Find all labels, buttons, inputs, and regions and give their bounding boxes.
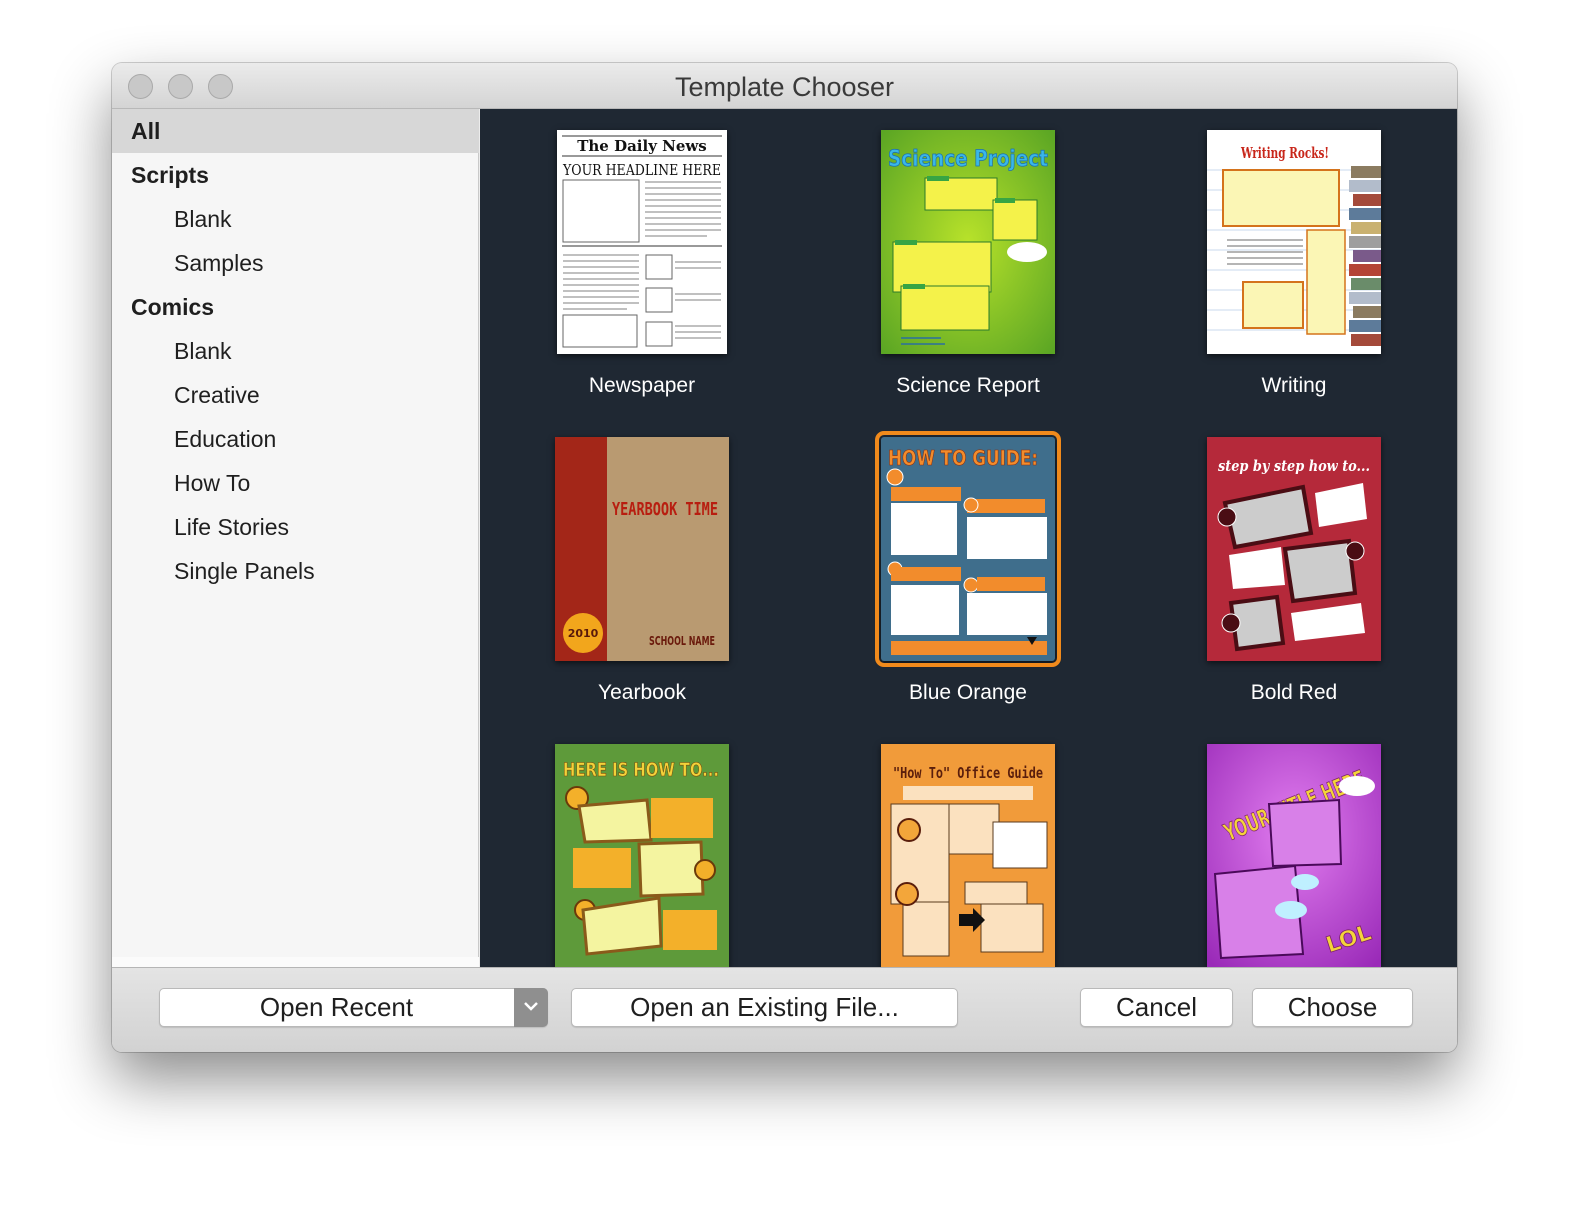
open-existing-file-button[interactable]: Open an Existing File... [571, 988, 958, 1027]
newspaper-art-headline: YOUR HEADLINE HERE [562, 161, 721, 179]
bold-red-art-title: step by step how to... [1218, 457, 1370, 475]
sidebar-item-scripts[interactable]: Scripts [112, 153, 479, 197]
cancel-button[interactable]: Cancel [1080, 988, 1233, 1027]
template-label-science-report: Science Report [896, 374, 1040, 397]
open-recent-label: Open Recent [259, 992, 414, 1022]
title-bar: Template Chooser [112, 63, 1457, 109]
yearbook-art-year: 2010 [568, 627, 599, 640]
sidebar-item-scripts-samples[interactable]: Samples [112, 241, 479, 285]
writing-art-title: Writing Rocks! [1240, 144, 1329, 162]
action-bar: Open Recent Open an Existing File... Can… [112, 967, 1457, 1052]
template-thumb-here-is-how-to[interactable]: HERE IS HOW TO... [555, 744, 729, 967]
sidebar-item-how-to[interactable]: How To [112, 461, 479, 505]
newspaper-art-title: The Daily News [577, 137, 707, 155]
template-thumb-your-title-here[interactable]: YOUR TITLE HERE LOL [1207, 744, 1381, 967]
template-label-bold-red: Bold Red [1250, 681, 1338, 704]
window-title: Template Chooser [674, 72, 895, 102]
blue-orange-art-title: HOW TO GUIDE: [888, 446, 1038, 470]
science-art-title: Science Project [888, 147, 1048, 172]
sidebar-item-scripts-blank[interactable]: Blank [112, 197, 479, 241]
sidebar-item-education[interactable]: Education [112, 417, 479, 461]
sidebar-item-all[interactable]: All [112, 109, 479, 153]
template-label-newspaper: Newspaper [588, 374, 696, 397]
template-thumb-blue-orange[interactable]: HOW TO GUIDE: [875, 431, 1061, 667]
template-thumb-office-guide[interactable]: "How To" Office Guide [881, 744, 1055, 967]
template-label-yearbook: Yearbook [598, 681, 686, 704]
template-grid: The Daily News YOUR HEADLINE HERE Newspa… [480, 109, 1457, 967]
template-chooser-window: Template Chooser All Scripts Blank Sampl… [112, 63, 1457, 1052]
template-thumb-newspaper[interactable]: The Daily News YOUR HEADLINE HERE [557, 130, 727, 354]
green-art-title: HERE IS HOW TO... [563, 759, 719, 781]
template-thumb-yearbook[interactable]: YEARBOOK TIME 2010 SCHOOL NAME [555, 437, 729, 661]
template-thumb-science-report[interactable]: Science Project [881, 130, 1055, 354]
chevron-down-icon[interactable] [514, 988, 548, 1027]
sidebar-item-creative[interactable]: Creative [112, 373, 479, 417]
yearbook-art-school: SCHOOL NAME [649, 634, 715, 648]
open-recent-popup[interactable]: Open Recent [159, 988, 548, 1027]
choose-button[interactable]: Choose [1252, 988, 1413, 1027]
sidebar-item-comics[interactable]: Comics [112, 285, 479, 329]
sidebar-item-comics-blank[interactable]: Blank [112, 329, 479, 373]
template-thumb-writing[interactable]: Writing Rocks! [1207, 130, 1381, 354]
office-art-title: "How To" Office Guide [893, 764, 1043, 782]
yearbook-art-title: YEARBOOK TIME [612, 499, 718, 520]
template-thumb-bold-red[interactable]: step by step how to... [1207, 437, 1381, 661]
sidebar-item-life-stories[interactable]: Life Stories [112, 505, 479, 549]
template-label-blue-orange: Blue Orange [909, 681, 1027, 704]
template-label-writing: Writing [1261, 374, 1327, 397]
sidebar-item-single-panels[interactable]: Single Panels [112, 549, 479, 593]
category-sidebar: All Scripts Blank Samples Comics Blank C… [112, 109, 479, 1012]
